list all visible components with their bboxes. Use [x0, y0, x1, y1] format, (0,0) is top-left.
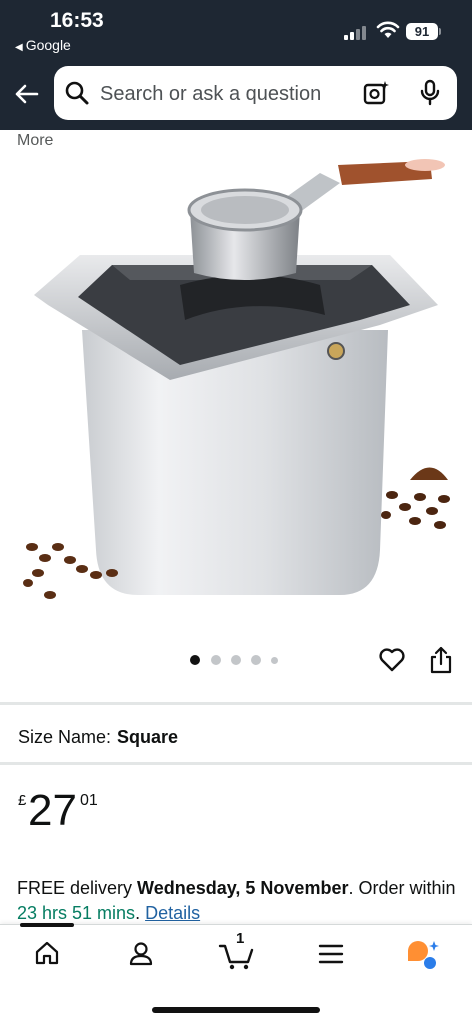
camera-search-icon[interactable] — [362, 79, 390, 107]
home-icon[interactable] — [34, 940, 60, 966]
delivery-prefix: FREE delivery — [17, 878, 138, 898]
pagination-dot[interactable] — [271, 656, 278, 664]
account-icon[interactable] — [128, 940, 154, 966]
back-app-label: Google — [25, 37, 71, 53]
back-to-app-link[interactable]: ◀ Google — [15, 37, 71, 53]
delivery-middle: . Order within — [348, 878, 456, 898]
menu-icon[interactable] — [318, 943, 344, 965]
search-icon — [65, 81, 89, 105]
battery-tip — [439, 28, 441, 35]
microphone-icon[interactable] — [418, 79, 442, 107]
more-link[interactable]: More — [17, 132, 53, 150]
search-placeholder: Search or ask a question — [100, 83, 322, 105]
delivery-date: Wednesday, 5 November — [137, 878, 349, 898]
search-input[interactable]: Search or ask a question — [54, 66, 457, 120]
cart-count: 1 — [236, 930, 245, 947]
pagination-dot[interactable] — [231, 655, 241, 665]
home-indicator-bar — [152, 1007, 320, 1013]
pagination-dot[interactable] — [251, 655, 261, 665]
app-header: 16:53 ◀ Google 91 Search or ask a questio… — [0, 0, 472, 130]
price-currency: £ — [18, 792, 27, 809]
price-whole: 27 — [28, 786, 77, 835]
size-selector[interactable]: Size Name: Square — [18, 727, 178, 748]
battery-indicator: 91 — [406, 23, 438, 40]
section-divider — [0, 702, 472, 705]
back-arrow-icon[interactable] — [12, 80, 40, 108]
rufus-icon[interactable] — [406, 939, 440, 971]
delivery-message: FREE delivery Wednesday, 5 November. Ord… — [17, 876, 457, 926]
product-image[interactable] — [20, 155, 452, 615]
wifi-icon — [376, 21, 400, 38]
price-fraction: 01 — [80, 792, 98, 809]
delivery-countdown: 23 hrs 51 mins — [17, 903, 136, 923]
size-label: Size Name: — [18, 727, 112, 747]
section-divider — [0, 762, 472, 765]
back-triangle-icon: ◀ — [15, 42, 23, 53]
pagination-dot[interactable] — [211, 655, 221, 665]
cellular-signal-icon — [344, 24, 368, 40]
status-time: 16:53 — [50, 9, 104, 32]
active-tab-indicator — [20, 923, 74, 927]
heart-icon[interactable] — [378, 646, 406, 674]
share-icon[interactable] — [428, 645, 454, 675]
pagination-dot[interactable] — [190, 655, 200, 665]
delivery-suffix: . — [135, 903, 146, 923]
delivery-details-link[interactable]: Details — [145, 903, 200, 923]
size-value: Square — [117, 727, 179, 747]
